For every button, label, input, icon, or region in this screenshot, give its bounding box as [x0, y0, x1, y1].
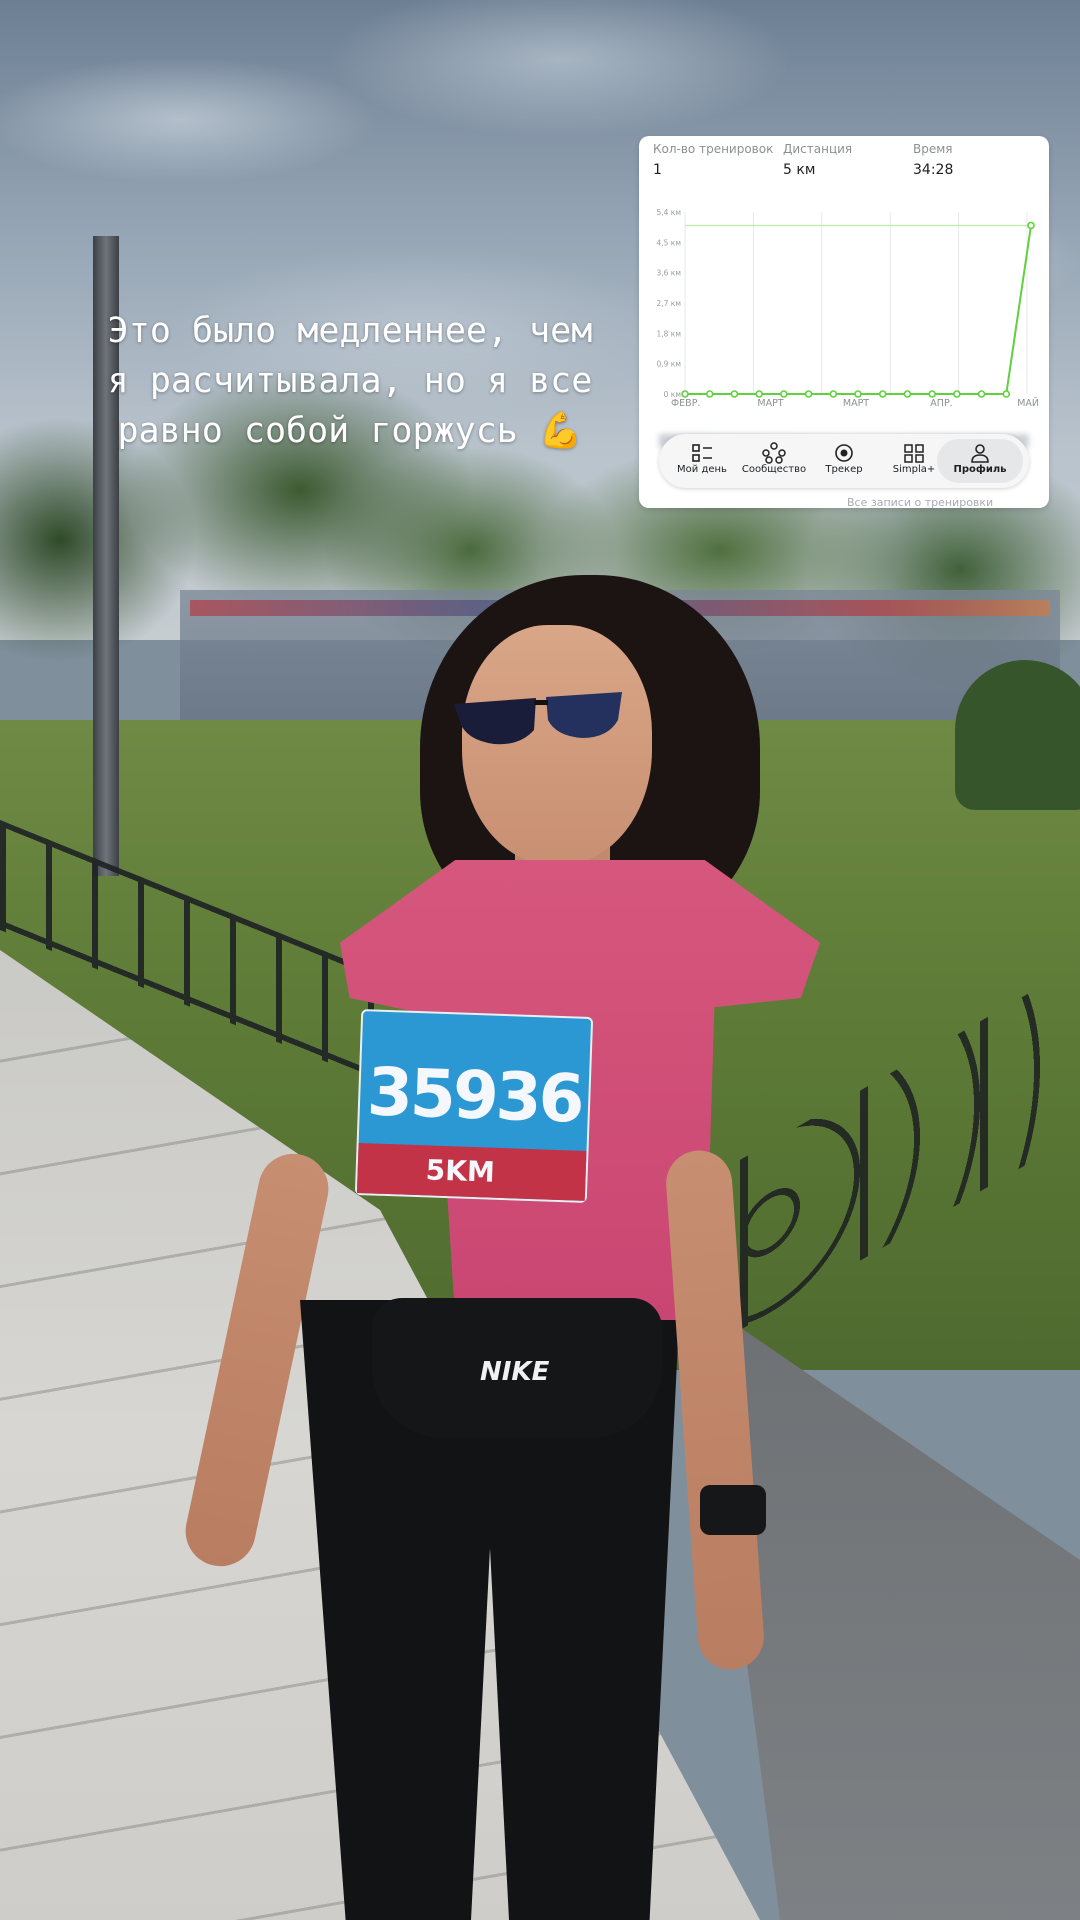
y-tick-label: 0,9 км [657, 360, 682, 369]
stat-value: 5 км [783, 162, 816, 178]
chart-series-line [685, 225, 1032, 395]
race-bib: 35936 5KM [356, 1011, 592, 1201]
y-tick-label: 3,6 км [657, 269, 682, 278]
nav-item-my-day[interactable]: Мой день [667, 439, 737, 483]
all-records-link[interactable]: Все записи о тренировки [847, 496, 993, 508]
nav-item-profile[interactable]: Профиль [937, 439, 1023, 483]
stat-value: 34:28 [913, 162, 954, 178]
x-tick-label: МАРТ [757, 398, 783, 409]
hedge-bush [955, 660, 1080, 810]
story-caption: Это было медленнее, чем я расчитывала, н… [40, 306, 660, 456]
chart-data-point [804, 390, 813, 398]
nav-label: Профиль [953, 464, 1007, 475]
chart-data-point [878, 390, 887, 398]
stat-value: 1 [653, 162, 662, 178]
nav-item-community[interactable]: Сообщество [739, 439, 809, 483]
bag-logo: NIKE [480, 1357, 550, 1387]
stats-row: Кол-во тренировок 1 Дистанция 5 км Время… [653, 142, 1043, 192]
bottom-nav-bar: Мой день Сообщество Трекер Simpla+ Профи… [659, 434, 1029, 488]
bib-number: 35936 [365, 1053, 583, 1138]
stat-distance: Дистанция 5 км [783, 142, 852, 178]
y-tick-label: 5,4 км [657, 208, 682, 217]
caption-line-1: Это было медленнее, чем [107, 311, 593, 351]
workout-summary-card: Кол-во тренировок 1 Дистанция 5 км Время… [639, 136, 1049, 508]
chart-data-point [780, 390, 788, 398]
chart-data-point [1002, 390, 1011, 398]
bib-distance: 5KM [425, 1153, 496, 1189]
stat-label: Время [913, 142, 953, 156]
chart-data-point [730, 390, 739, 398]
x-tick-label: МАРТ [843, 398, 869, 409]
x-tick-label: ФЕВР. [671, 398, 700, 409]
caption-line-2: я расчитывала, но я все [107, 361, 593, 401]
caption-line-3: равно собой горжусь 💪 [40, 406, 660, 456]
target-record-icon [835, 444, 853, 462]
list-grid-icon [692, 444, 712, 462]
y-tick-label: 4,5 км [657, 238, 682, 247]
chart-data-point [1027, 221, 1035, 230]
y-tick-label: 2,7 км [657, 299, 682, 308]
nav-label: Мой день [677, 464, 727, 475]
nav-label: Сообщество [741, 464, 807, 475]
chart-data-point [681, 390, 689, 398]
chart-data-point [953, 390, 961, 398]
nav-label: Трекер [825, 464, 863, 475]
chart-data-point [903, 390, 912, 398]
x-tick-label: МАЙ [1017, 397, 1039, 409]
stat-label: Дистанция [783, 142, 853, 156]
flexed-biceps-icon: 💪 [538, 411, 583, 451]
chart-data-point [829, 390, 838, 398]
x-tick-label: АПР. [930, 398, 952, 409]
stat-time: Время 34:28 [913, 142, 953, 178]
chart-data-point [928, 390, 936, 398]
stat-workouts: Кол-во тренировок 1 [653, 142, 773, 178]
community-dots-icon [762, 442, 786, 464]
distance-chart: 0 км0,9 км1,8 км2,7 км3,6 км4,5 км5,4 км… [657, 208, 1040, 409]
y-tick-label: 1,8 км [657, 329, 682, 338]
person-icon [971, 444, 989, 463]
chart-data-point [705, 390, 714, 398]
caption-line-3-text: равно собой горжусь [117, 411, 518, 451]
sunglasses [454, 692, 622, 745]
nav-item-tracker[interactable]: Трекер [809, 439, 879, 483]
chart-data-point [854, 390, 862, 398]
stat-label: Кол-во тренировок [653, 142, 774, 156]
smartwatch [700, 1485, 766, 1535]
chart-data-point [755, 390, 763, 398]
chart-data-point [977, 390, 986, 398]
